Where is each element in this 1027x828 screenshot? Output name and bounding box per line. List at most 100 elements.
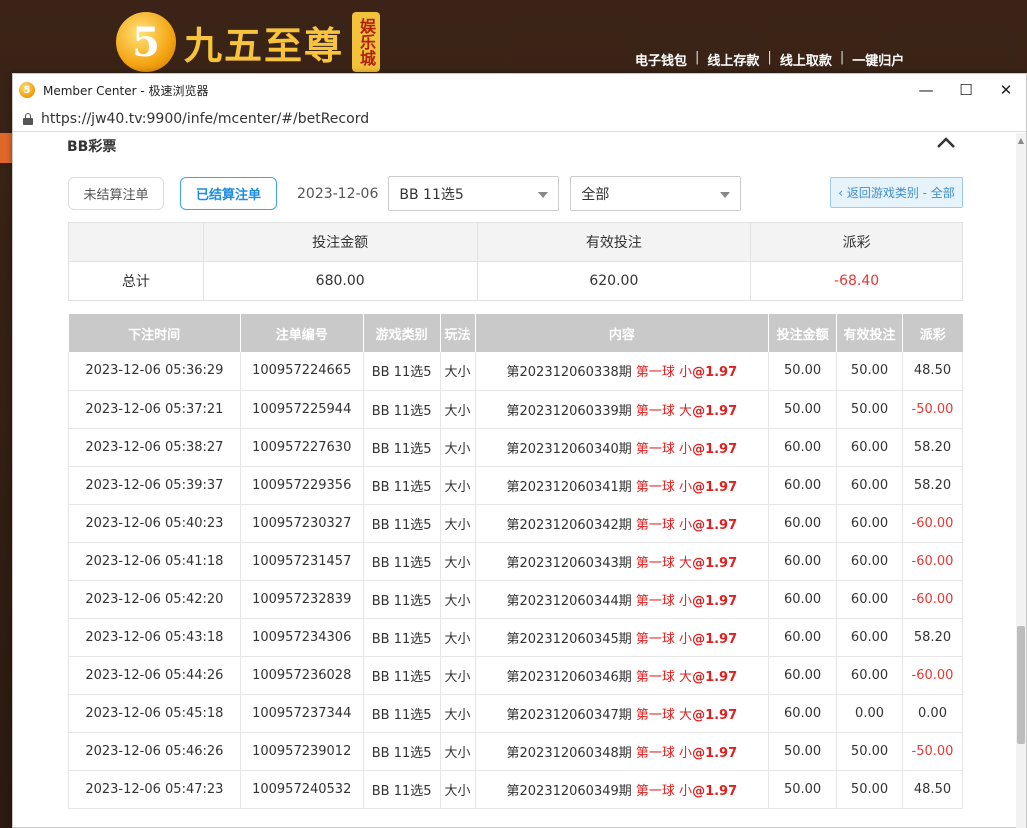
- cell-content: 第202312060346期 第一球 大@1.97: [475, 656, 770, 695]
- nav-wallet[interactable]: 电子钱包: [635, 50, 687, 69]
- cell-pick: 第一球 小: [635, 479, 693, 495]
- cell-id: 100957231457: [240, 542, 364, 581]
- summary-bet-amount: 680.00: [202, 261, 478, 301]
- cell-payout: -60.00: [902, 580, 963, 619]
- cell-content: 第202312060339期 第一球 大@1.97: [475, 390, 770, 429]
- cell-bet: 50.00: [768, 732, 838, 771]
- back-to-category-button[interactable]: ‹ 返回游戏类别 - 全部: [830, 177, 963, 208]
- cell-content: 第202312060343期 第一球 大@1.97: [475, 542, 770, 581]
- cell-odds: @1.97: [692, 365, 738, 381]
- cell-time: 2023-12-06 05:37:21: [68, 390, 241, 429]
- address-bar[interactable]: https://jw40.tv:9900/infe/mcenter/#/betR…: [13, 106, 1026, 132]
- cell-payout: 58.20: [902, 466, 963, 505]
- header-payout[interactable]: 派彩: [902, 314, 963, 352]
- scroll-up-icon[interactable]: ▲: [1017, 137, 1025, 145]
- logo-emblem: 5: [116, 12, 176, 72]
- cell-period: 第202312060347期: [506, 707, 632, 723]
- cell-odds: @1.97: [692, 707, 738, 723]
- cell-pick: 第一球 小: [635, 441, 693, 457]
- cell-valid: 50.00: [836, 352, 903, 391]
- cell-payout: 58.20: [902, 618, 963, 657]
- cell-id: 100957234306: [240, 618, 364, 657]
- cell-bet: 60.00: [768, 466, 838, 505]
- maximize-button[interactable]: ☐: [946, 74, 986, 106]
- cell-content: 第202312060338期 第一球 小@1.97: [475, 352, 770, 391]
- summary-header-blank: [68, 222, 204, 262]
- header-valid[interactable]: 有效投注: [836, 314, 903, 352]
- game-select[interactable]: BB 11选5: [388, 176, 560, 211]
- nav-deposit[interactable]: 线上存款: [707, 50, 759, 69]
- nav-consolidate[interactable]: 一键归户: [852, 50, 904, 69]
- cell-odds: @1.97: [692, 783, 738, 799]
- cell-play: 大小: [440, 656, 476, 695]
- header-time[interactable]: 下注时间: [68, 314, 241, 352]
- table-row: 2023-12-06 05:40:23 100957230327 BB 11选5 大小…: [68, 504, 963, 543]
- close-button[interactable]: ✕: [986, 74, 1026, 106]
- chevron-up-icon[interactable]: [935, 135, 957, 151]
- scroll-thumb[interactable]: [1017, 626, 1025, 744]
- cell-period: 第202312060346期: [506, 669, 632, 685]
- cell-play: 大小: [440, 770, 476, 809]
- cell-period: 第202312060348期: [506, 745, 632, 761]
- header-bet[interactable]: 投注金额: [768, 314, 838, 352]
- vertical-scrollbar[interactable]: ▲: [1016, 133, 1026, 828]
- cell-pick: 第一球 小: [635, 631, 693, 647]
- cell-valid: 50.00: [836, 732, 903, 771]
- cell-content: 第202312060344期 第一球 小@1.97: [475, 580, 770, 619]
- cell-valid: 60.00: [836, 618, 903, 657]
- table-row: 2023-12-06 05:46:26 100957239012 BB 11选5 大小…: [68, 732, 963, 771]
- cell-payout: -50.00: [902, 732, 963, 771]
- chevron-down-icon: [538, 192, 549, 198]
- table-row: 2023-12-06 05:42:20 100957232839 BB 11选5 大小…: [68, 580, 963, 619]
- cell-time: 2023-12-06 05:47:23: [68, 770, 241, 809]
- settled-tab[interactable]: 已结算注单: [180, 177, 277, 210]
- window-controls: — ☐ ✕: [906, 74, 1026, 106]
- site-logo[interactable]: 5 九五至尊 娱乐城: [116, 12, 381, 72]
- cell-play: 大小: [440, 352, 476, 391]
- table-row: 2023-12-06 05:38:27 100957227630 BB 11选5 大小…: [68, 428, 963, 467]
- chevron-down-icon: [720, 192, 731, 198]
- table-row: 2023-12-06 05:44:26 100957236028 BB 11选5 大小…: [68, 656, 963, 695]
- cell-pick: 第一球 大: [635, 555, 693, 571]
- header-content[interactable]: 内容: [475, 314, 770, 352]
- page-content: BB彩票 未结算注单 已结算注单 2023-12-06 BB 11选5 全部 ‹…: [13, 133, 1026, 828]
- minimize-button[interactable]: —: [906, 74, 946, 106]
- cell-payout: -60.00: [902, 542, 963, 581]
- cell-game: BB 11选5: [363, 732, 441, 771]
- cell-payout: -50.00: [902, 390, 963, 429]
- cell-id: 100957227630: [240, 428, 364, 467]
- cell-period: 第202312060349期: [506, 783, 632, 799]
- unsettled-tab[interactable]: 未结算注单: [68, 177, 164, 210]
- summary-payout: -68.40: [750, 261, 963, 301]
- cell-valid: 50.00: [836, 390, 903, 429]
- header-id[interactable]: 注单编号: [240, 314, 364, 352]
- header-play[interactable]: 玩法: [440, 314, 476, 352]
- cell-game: BB 11选5: [363, 770, 441, 809]
- cell-id: 100957237344: [240, 694, 364, 733]
- cell-odds: @1.97: [692, 479, 738, 495]
- cell-pick: 第一球 小: [635, 517, 693, 533]
- date-label[interactable]: 2023-12-06: [297, 186, 378, 202]
- header-game[interactable]: 游戏类别: [363, 314, 441, 352]
- cell-time: 2023-12-06 05:42:20: [68, 580, 241, 619]
- section-title: BB彩票: [67, 139, 117, 155]
- side-accent: [0, 133, 12, 163]
- cell-bet: 50.00: [768, 352, 838, 391]
- cell-id: 100957239012: [240, 732, 364, 771]
- nav-withdraw[interactable]: 线上取款: [780, 50, 832, 69]
- lock-icon: [23, 112, 33, 125]
- cell-play: 大小: [440, 542, 476, 581]
- cell-play: 大小: [440, 504, 476, 543]
- cell-play: 大小: [440, 390, 476, 429]
- cell-content: 第202312060349期 第一球 小@1.97: [475, 770, 770, 809]
- cell-payout: 0.00: [902, 694, 963, 733]
- summary-valid-bet: 620.00: [476, 261, 752, 301]
- cell-time: 2023-12-06 05:45:18: [68, 694, 241, 733]
- cell-time: 2023-12-06 05:43:18: [68, 618, 241, 657]
- cell-play: 大小: [440, 732, 476, 771]
- play-select[interactable]: 全部: [570, 176, 742, 211]
- summary-total-row: 总计 680.00 620.00 -68.40: [68, 261, 963, 301]
- url-text[interactable]: https://jw40.tv:9900/infe/mcenter/#/betR…: [41, 111, 369, 127]
- cell-bet: 60.00: [768, 656, 838, 695]
- cell-time: 2023-12-06 05:40:23: [68, 504, 241, 543]
